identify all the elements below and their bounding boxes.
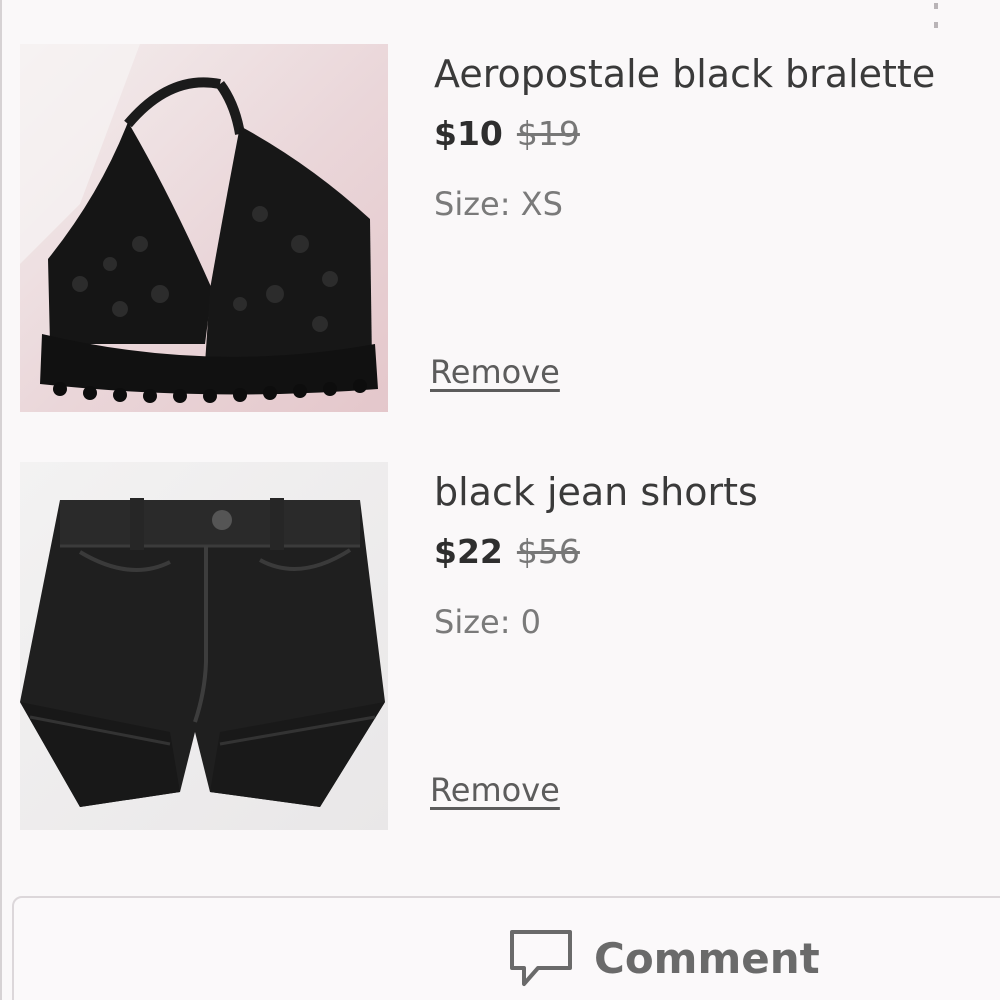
remove-button[interactable]: Remove bbox=[430, 768, 560, 812]
price-group: $10 $19 bbox=[434, 112, 580, 156]
item-original-price: $56 bbox=[516, 532, 580, 571]
shorts-image bbox=[20, 462, 388, 830]
page: Aeropostale black bralette $10 $19 Size: … bbox=[0, 0, 1000, 1000]
item-title[interactable]: black jean shorts bbox=[434, 468, 758, 516]
item-title[interactable]: Aeropostale black bralette bbox=[434, 50, 935, 98]
item-price: $10 bbox=[434, 114, 503, 153]
top-edge-fragment bbox=[924, 0, 946, 28]
item-size: Size: 0 bbox=[434, 603, 541, 641]
bralette-image bbox=[20, 44, 388, 412]
item-thumbnail[interactable] bbox=[20, 462, 388, 830]
comment-button[interactable]: Comment bbox=[508, 928, 820, 988]
comment-label: Comment bbox=[594, 933, 820, 983]
price-group: $22 $56 bbox=[434, 530, 580, 574]
item-thumbnail[interactable] bbox=[20, 44, 388, 412]
item-price: $22 bbox=[434, 532, 503, 571]
item-original-price: $19 bbox=[516, 114, 580, 153]
remove-button[interactable]: Remove bbox=[430, 350, 560, 394]
list-item: black jean shorts $22 $56 Size: 0 Remove bbox=[20, 462, 1000, 830]
item-size: Size: XS bbox=[434, 185, 563, 223]
left-divider bbox=[0, 0, 2, 1000]
list-item: Aeropostale black bralette $10 $19 Size: … bbox=[20, 44, 1000, 412]
speech-bubble-icon bbox=[510, 930, 572, 986]
comment-bar: Comment bbox=[12, 896, 1000, 1000]
